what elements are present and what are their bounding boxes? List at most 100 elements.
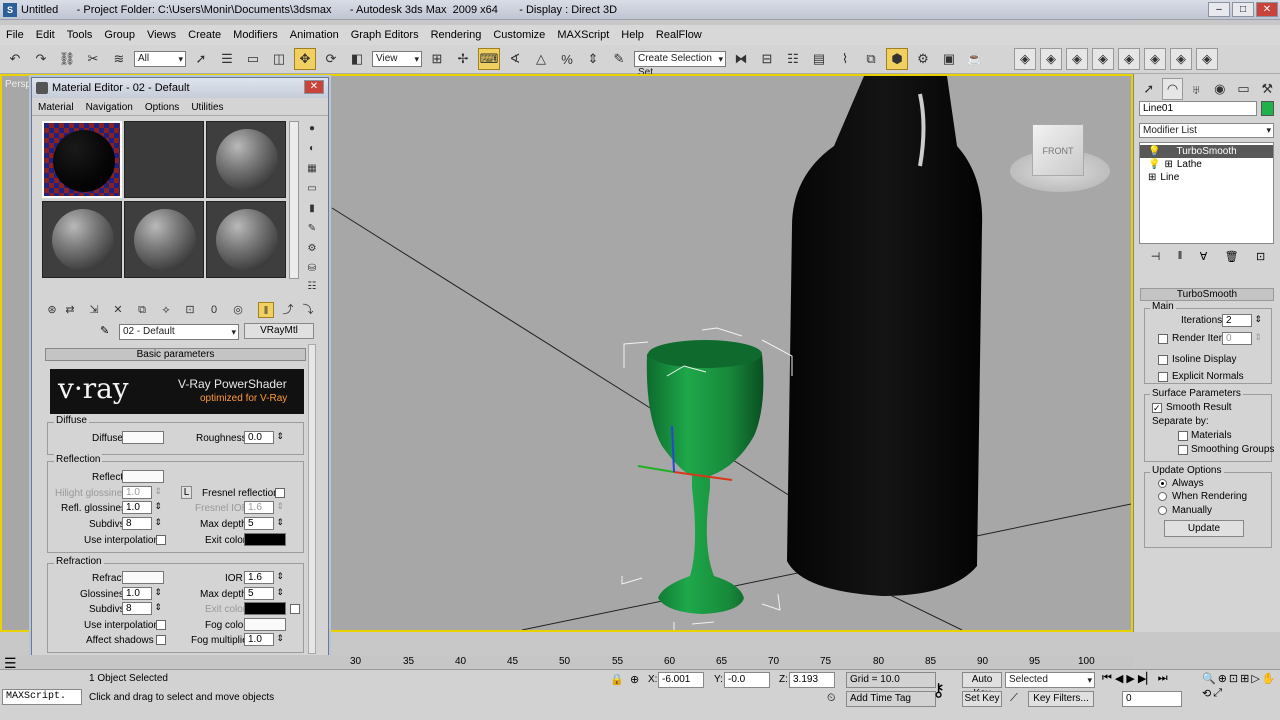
put-to-scene-icon[interactable]: ⇄	[62, 302, 78, 318]
show-map-in-viewport-icon[interactable]: ◎	[230, 302, 246, 318]
realflow-tool-7-icon[interactable]: ◈	[1170, 48, 1192, 70]
minimize-button[interactable]: –	[1208, 2, 1230, 17]
select-by-name-icon[interactable]: ☰	[216, 48, 238, 70]
mat-menu-navigation[interactable]: Navigation	[80, 102, 139, 113]
unlink-icon[interactable]: ✂	[82, 48, 104, 70]
subdivs-spinner[interactable]: 8	[122, 517, 162, 530]
key-filters-button[interactable]: Key Filters...	[1028, 691, 1094, 707]
zoom-icon[interactable]: 🔍	[1202, 672, 1216, 685]
lock-selection-icon[interactable]: 🔒	[610, 673, 624, 686]
sample-slot-6[interactable]	[206, 201, 286, 278]
utilities-tab-icon[interactable]: ⚒	[1256, 78, 1278, 100]
material-effects-channel-icon[interactable]: 0	[206, 302, 222, 318]
fog-multiplier-spinner[interactable]: 1.0	[244, 633, 284, 646]
play-icon[interactable]: ▶	[1126, 672, 1134, 685]
get-material-icon[interactable]: ⊛	[44, 302, 60, 318]
refraction-use-interpolation-checkbox[interactable]	[156, 620, 166, 630]
select-manipulate-icon[interactable]: ✢	[452, 48, 474, 70]
snaps-toggle-icon[interactable]: ∢	[504, 48, 526, 70]
z-coordinate-field[interactable]: 3.193	[789, 672, 835, 688]
material-editor-icon[interactable]: ⬢	[886, 48, 908, 70]
smoothing-groups-checkbox[interactable]	[1178, 445, 1188, 455]
lightbulb-icon[interactable]: 💡	[1148, 158, 1160, 171]
key-icon[interactable]: ⚷	[932, 680, 945, 701]
pin-stack-icon[interactable]: ⊣	[1151, 250, 1161, 266]
auto-key-button[interactable]: Auto Key	[962, 672, 1002, 699]
selection-filter-dropdown[interactable]: All	[134, 51, 186, 67]
object-name-field[interactable]: Line01	[1139, 101, 1257, 116]
expand-icon[interactable]: ⊞	[1164, 158, 1172, 171]
menu-realflow[interactable]: RealFlow	[650, 29, 708, 41]
pan-icon[interactable]: ✋	[1262, 672, 1276, 685]
assign-to-selection-icon[interactable]: ⇲	[86, 302, 102, 318]
y-coordinate-field[interactable]: -0.0	[724, 672, 770, 688]
configure-sets-icon[interactable]: ⊡	[1256, 250, 1265, 266]
materials-checkbox[interactable]	[1178, 431, 1188, 441]
backlight-icon[interactable]: ◐	[305, 142, 319, 156]
gizmo-y-axis[interactable]	[637, 465, 675, 473]
menu-edit[interactable]: Edit	[30, 29, 61, 41]
absolute-mode-icon[interactable]: ⊕	[630, 673, 639, 686]
stack-item-turbosmooth[interactable]: 💡 TurboSmooth	[1140, 145, 1273, 158]
select-move-icon[interactable]: ✥	[294, 48, 316, 70]
render-setup-icon[interactable]: ⚙	[912, 48, 934, 70]
menu-tools[interactable]: Tools	[61, 29, 99, 41]
max-depth-spinner[interactable]: 5	[244, 517, 284, 530]
spinner-snap-icon[interactable]: ⇕	[582, 48, 604, 70]
layer-manager-icon[interactable]: ☷	[782, 48, 804, 70]
graphite-ribbon-icon[interactable]: ▤	[808, 48, 830, 70]
stack-item-lathe[interactable]: 💡 ⊞ Lathe	[1148, 158, 1202, 171]
orbit-icon[interactable]: ⟲	[1202, 687, 1211, 700]
diffuse-color-swatch[interactable]	[122, 431, 164, 444]
realflow-tool-3-icon[interactable]: ◈	[1066, 48, 1088, 70]
refraction-subdivs-spinner[interactable]: 8	[122, 602, 162, 615]
expand-icon[interactable]: ⊞	[1148, 171, 1156, 184]
window-crossing-icon[interactable]: ◫	[268, 48, 290, 70]
key-mode-dropdown[interactable]: Selected	[1005, 672, 1095, 688]
mat-menu-options[interactable]: Options	[139, 102, 185, 113]
lock-hilight-button[interactable]: L	[181, 486, 192, 499]
menu-create[interactable]: Create	[182, 29, 227, 41]
make-unique-icon[interactable]: ∀	[1200, 250, 1208, 266]
render-iters-checkbox[interactable]	[1158, 334, 1168, 344]
maximize-viewport-icon[interactable]: ⤢	[1213, 687, 1222, 700]
manually-radio[interactable]	[1158, 506, 1167, 515]
viewcube[interactable]: FRONT	[1032, 124, 1084, 176]
mat-menu-material[interactable]: Material	[32, 102, 80, 113]
show-end-result-icon[interactable]: ‖	[1178, 250, 1183, 266]
realflow-tool-8-icon[interactable]: ◈	[1196, 48, 1218, 70]
realflow-tool-2-icon[interactable]: ◈	[1040, 48, 1062, 70]
parameters-scrollbar[interactable]	[308, 344, 316, 654]
use-interpolation-checkbox[interactable]	[156, 535, 166, 545]
render-iters-spinner[interactable]: 0	[1222, 332, 1262, 345]
maxscript-listener[interactable]: MAXScript.	[2, 689, 82, 705]
realflow-tool-1-icon[interactable]: ◈	[1014, 48, 1036, 70]
sample-slot-2[interactable]	[124, 121, 204, 198]
go-to-end-icon[interactable]: ⏭	[1158, 672, 1168, 685]
roughness-spinner[interactable]: 0.0	[244, 431, 284, 444]
glossiness-spinner[interactable]: 1.0	[122, 587, 162, 600]
put-to-library-icon[interactable]: ⊡	[182, 302, 198, 318]
x-coordinate-field[interactable]: -6.001	[658, 672, 704, 688]
show-end-result-icon[interactable]: ‖	[258, 302, 274, 318]
menu-help[interactable]: Help	[615, 29, 650, 41]
stack-item-line[interactable]: ⊞ Line	[1148, 171, 1179, 184]
refract-color-swatch[interactable]	[122, 571, 164, 584]
isoline-display-checkbox[interactable]	[1158, 355, 1168, 365]
fresnel-reflections-checkbox[interactable]	[275, 488, 285, 498]
menu-group[interactable]: Group	[98, 29, 141, 41]
link-icon[interactable]: ⛓	[56, 48, 78, 70]
reflect-color-swatch[interactable]	[122, 470, 164, 483]
make-copy-icon[interactable]: ⧉	[134, 302, 150, 318]
motion-tab-icon[interactable]: ◉	[1209, 78, 1231, 100]
fresnel-ior-spinner[interactable]: 1.6	[244, 501, 284, 514]
next-frame-icon[interactable]: ▶▏	[1138, 672, 1155, 685]
turbosmooth-rollout-header[interactable]: TurboSmooth	[1140, 288, 1274, 301]
zoom-extents-icon[interactable]: ⊡	[1229, 672, 1238, 685]
default-in-out-tangent-icon[interactable]: ⟋	[1010, 692, 1018, 705]
edit-named-selections-icon[interactable]: ✎	[608, 48, 630, 70]
bind-space-warp-icon[interactable]: ≋	[108, 48, 130, 70]
exit-color-swatch[interactable]	[244, 533, 286, 546]
iterations-spinner[interactable]: 2	[1222, 314, 1262, 327]
make-unique-icon[interactable]: ⟡	[158, 302, 174, 318]
